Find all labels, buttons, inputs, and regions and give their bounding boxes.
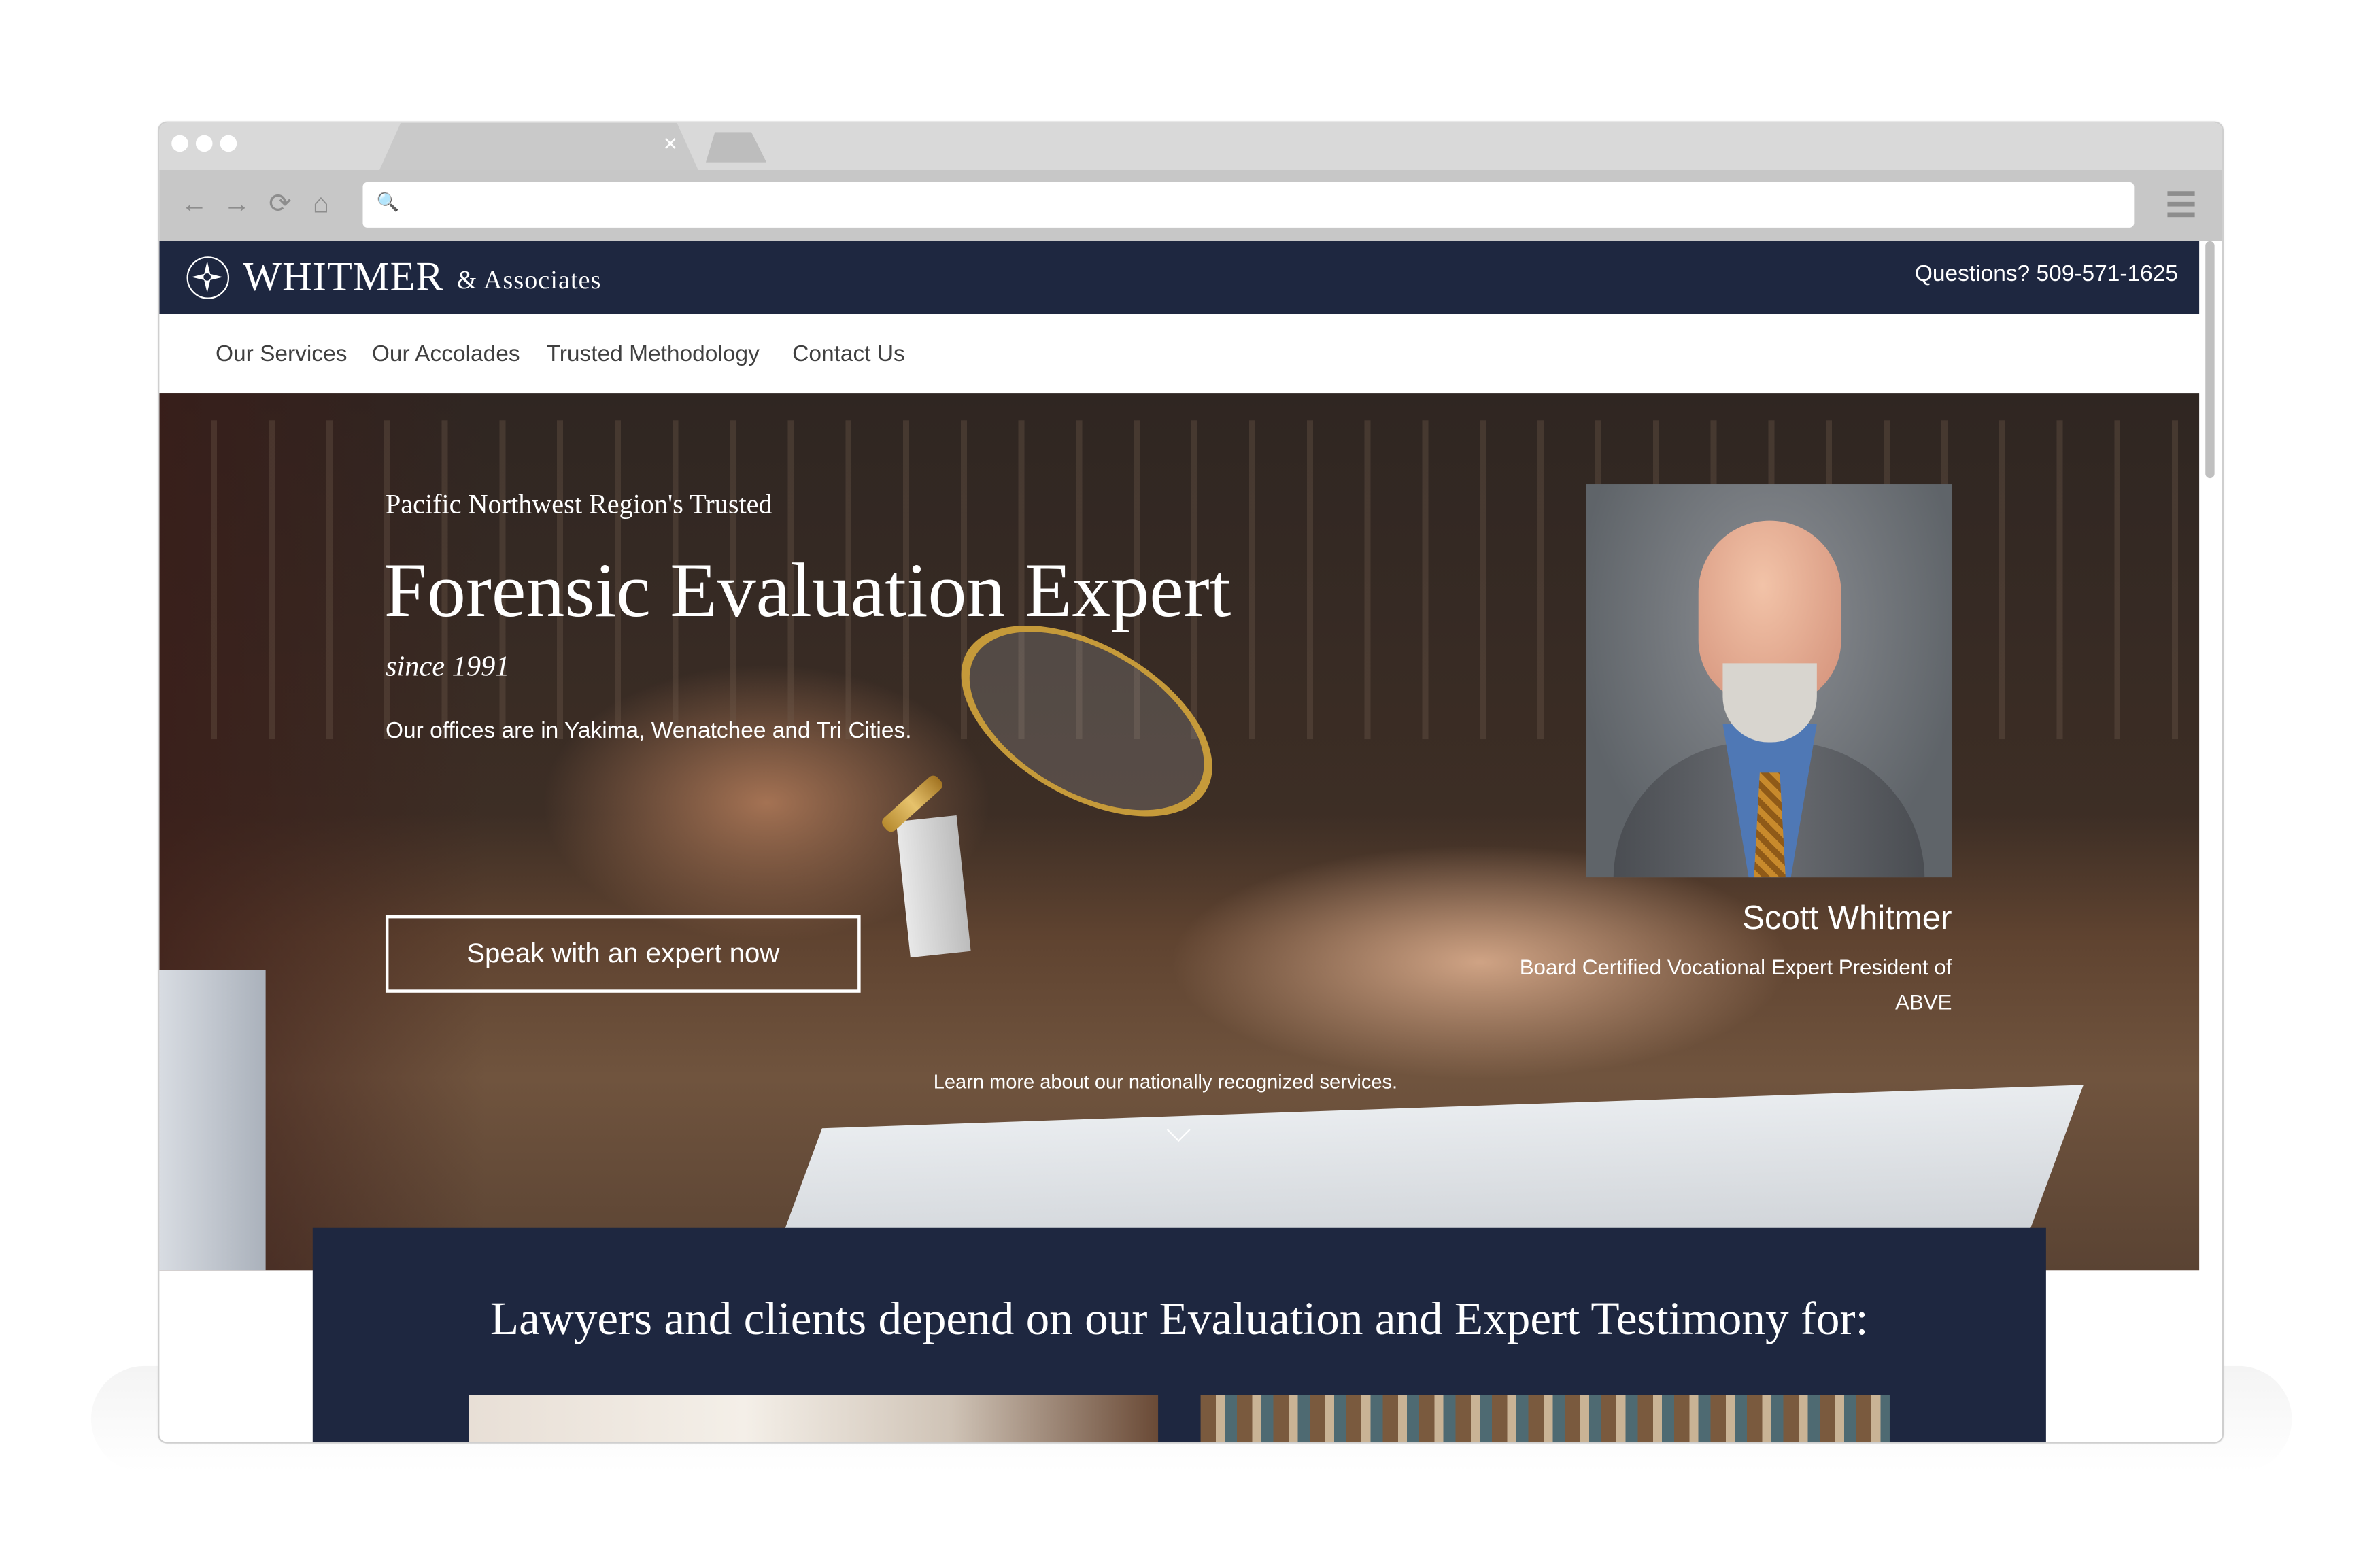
window-minimize-dot[interactable] <box>195 135 213 152</box>
browser-tab[interactable] <box>379 122 698 170</box>
nav-item-trusted-methodology[interactable]: Trusted Methodology <box>547 341 760 367</box>
compass-logo-icon[interactable] <box>186 256 230 299</box>
browser-titlebar: × <box>159 122 2222 170</box>
page-viewport: WHITMER & Associates Questions? 509-571-… <box>159 241 2200 1442</box>
nav-item-contact-us[interactable]: Contact Us <box>792 341 905 367</box>
window-close-dot[interactable] <box>171 135 188 152</box>
nav-item-our-accolades[interactable]: Our Accolades <box>372 341 520 367</box>
new-tab-button[interactable] <box>705 132 767 163</box>
person-title: Board Certified Vocational Expert Presid… <box>1519 954 1952 1015</box>
screenshot-stage: × ← → ⟳ ⌂ 🔍 WHITMER & Associates Questio… <box>0 0 2380 1563</box>
logo-sub-text[interactable]: & Associates <box>457 266 602 296</box>
back-icon[interactable]: ← <box>181 188 208 220</box>
nav-item-our-services[interactable]: Our Services <box>216 341 347 367</box>
hero-section: Pacific Northwest Region's Trusted Foren… <box>159 393 2200 1271</box>
scrollbar-thumb[interactable] <box>2205 241 2215 479</box>
main-nav: Our Services Our Accolades Trusted Metho… <box>159 314 2200 394</box>
hero-since: since 1991 <box>385 651 510 683</box>
shirt-cuff-right <box>896 815 971 958</box>
phone-link[interactable]: Questions? 509-571-1625 <box>1915 261 2178 287</box>
browser-window: × ← → ⟳ ⌂ 🔍 WHITMER & Associates Questio… <box>158 121 2224 1444</box>
forward-icon[interactable]: → <box>223 188 250 220</box>
home-icon[interactable]: ⌂ <box>313 188 329 220</box>
learn-more-link[interactable]: Learn more about our nationally recogniz… <box>934 1070 1397 1093</box>
speak-with-expert-button[interactable]: Speak with an expert now <box>385 915 861 993</box>
hero-eyebrow: Pacific Northwest Region's Trusted <box>385 488 772 520</box>
reload-icon[interactable]: ⟳ <box>269 188 292 220</box>
hamburger-menu-icon[interactable] <box>2167 191 2195 223</box>
site-header: WHITMER & Associates Questions? 509-571-… <box>159 241 2200 315</box>
services-heading: Lawyers and clients depend on our Evalua… <box>490 1291 1869 1345</box>
service-card-image-2[interactable] <box>1200 1395 1890 1442</box>
service-card-image-1[interactable] <box>469 1395 1159 1442</box>
tab-close-icon[interactable]: × <box>663 132 677 159</box>
window-maximize-dot[interactable] <box>220 135 237 152</box>
logo-main-text[interactable]: WHITMER <box>243 254 444 301</box>
page-scrollbar[interactable] <box>2199 241 2222 1442</box>
person-name: Scott Whitmer <box>1742 898 1952 937</box>
scott-whitmer-portrait <box>1586 484 1952 878</box>
services-panel: Lawyers and clients depend on our Evalua… <box>312 1227 2046 1442</box>
browser-toolbar: ← → ⟳ ⌂ 🔍 <box>159 169 2222 241</box>
search-icon: 🔍 <box>376 191 399 213</box>
address-bar[interactable]: 🔍 <box>362 182 2135 228</box>
hero-offices: Our offices are in Yakima, Wenatchee and… <box>385 717 912 744</box>
hero-headline: Forensic Evaluation Expert <box>384 549 1231 635</box>
shirt-cuff-left <box>159 970 266 1271</box>
